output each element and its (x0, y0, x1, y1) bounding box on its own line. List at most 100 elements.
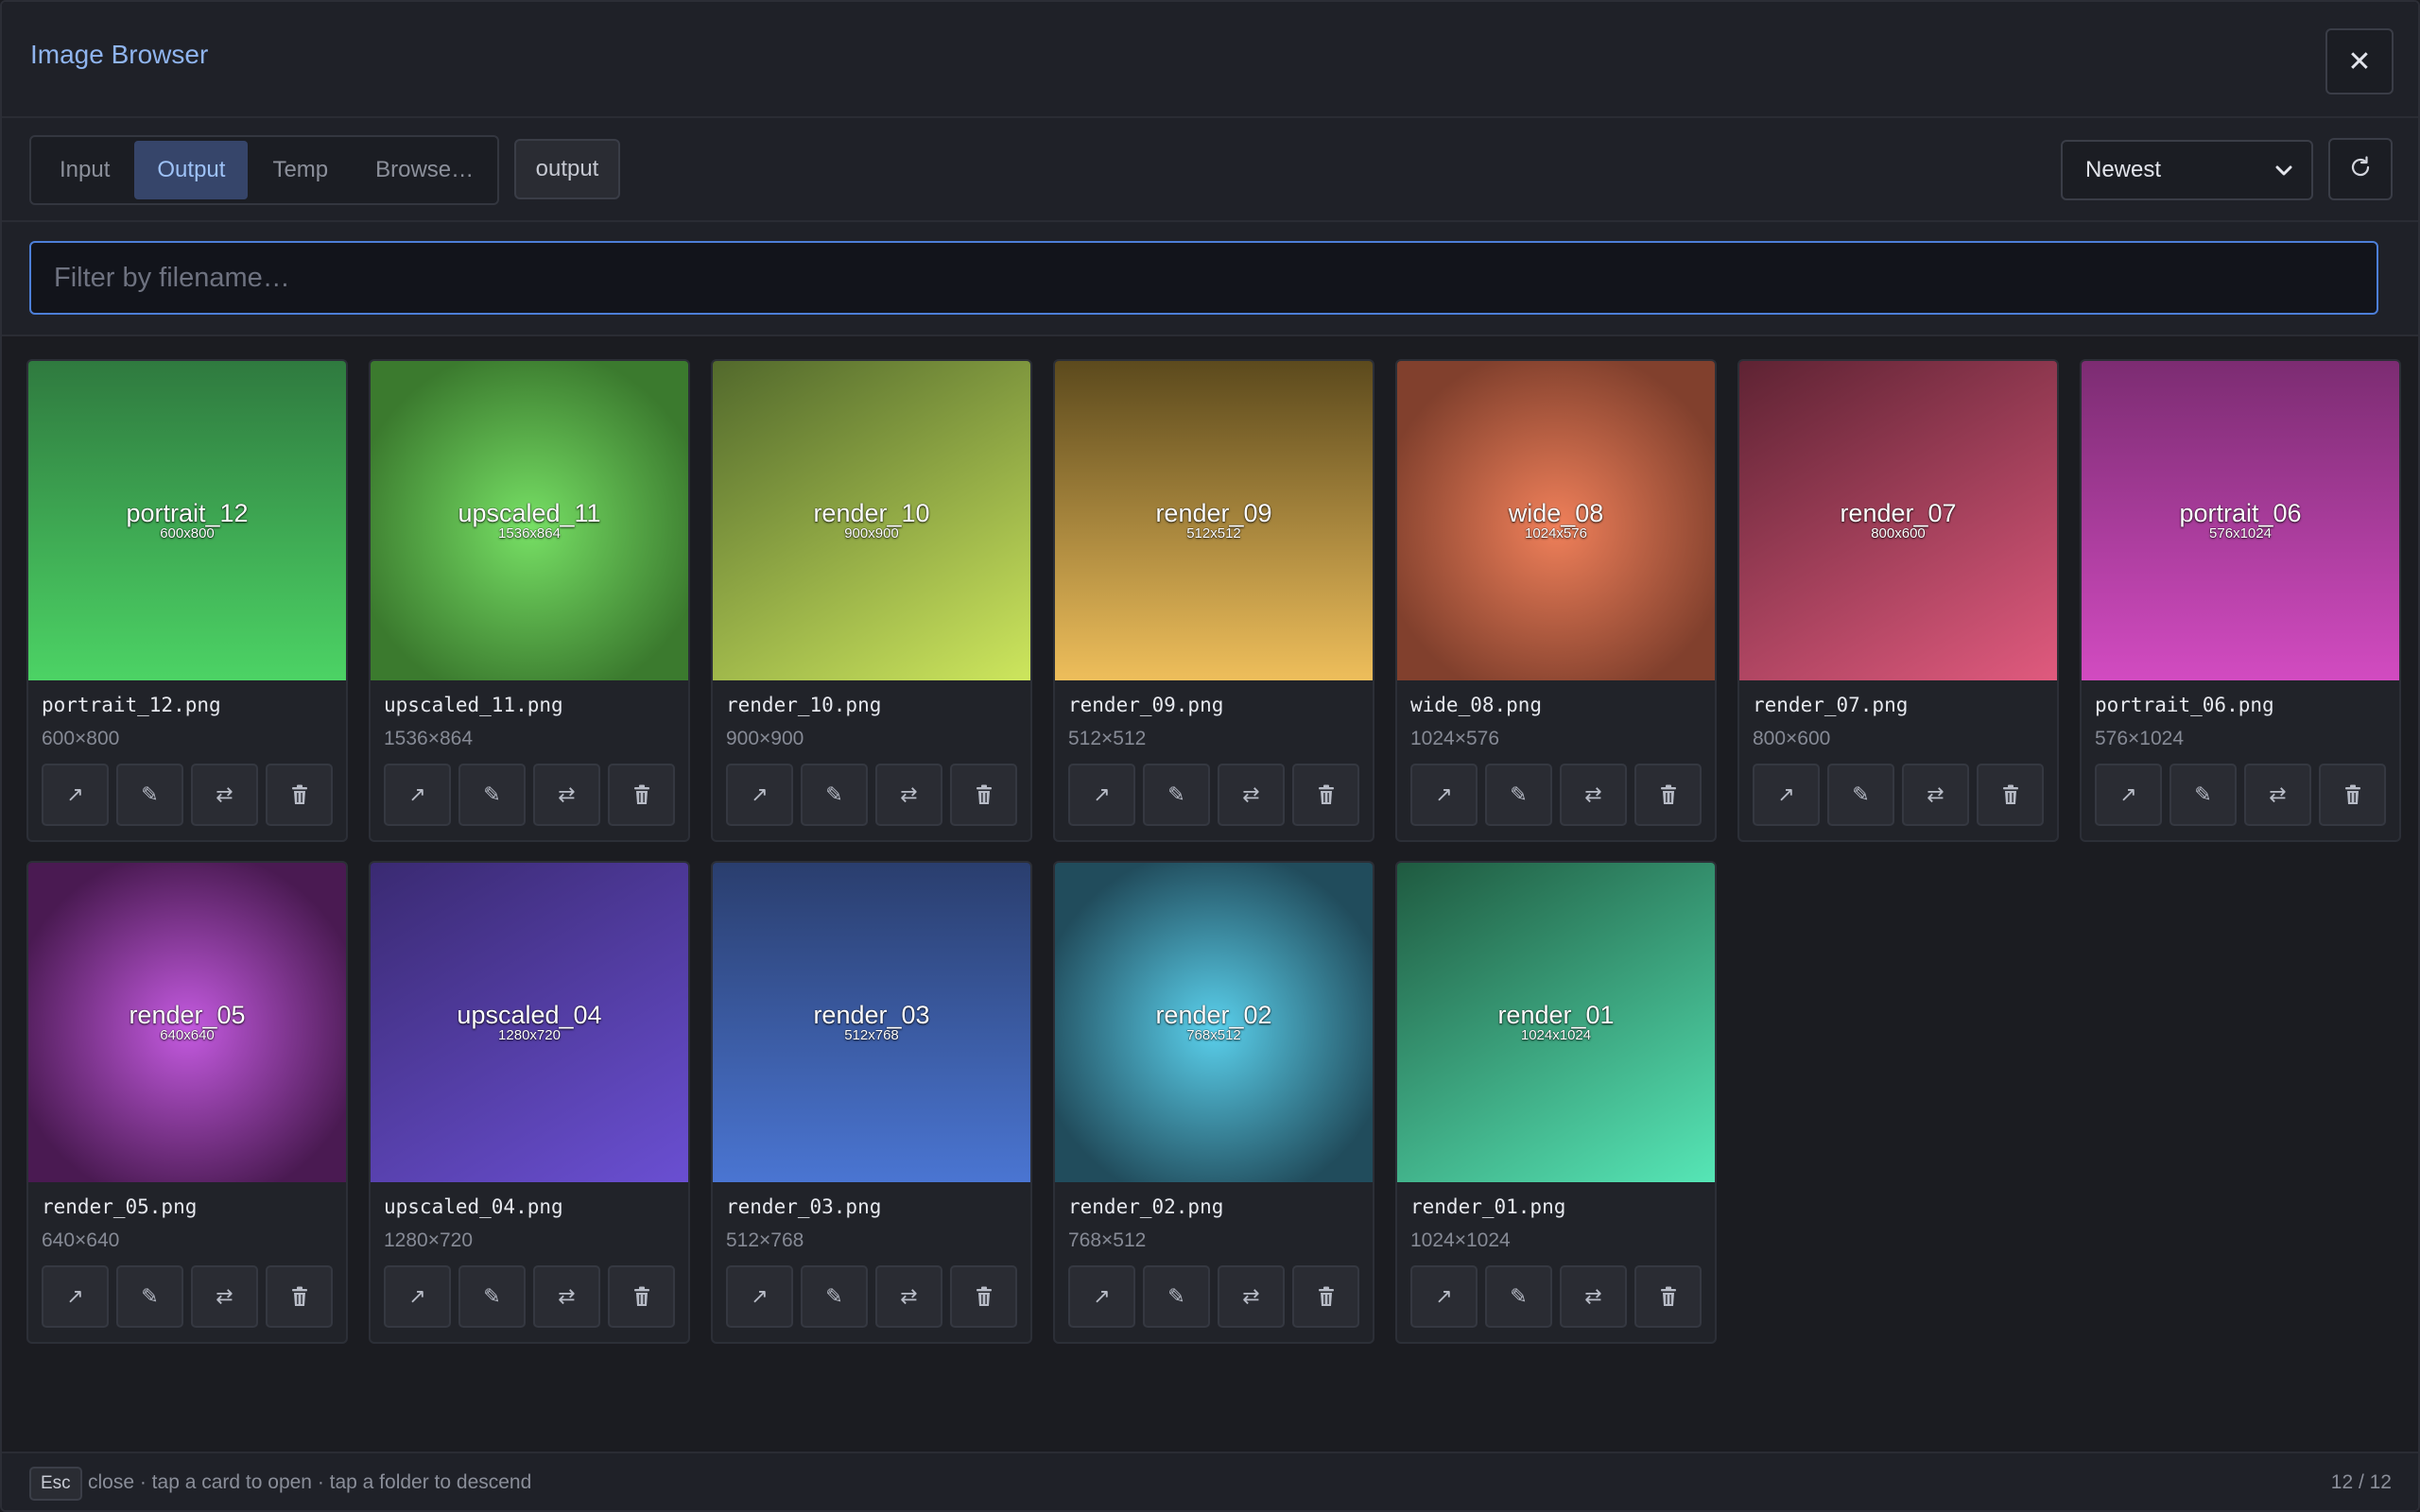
image-card[interactable]: portrait_12 600x800 portrait_12.png 600×800… (26, 359, 348, 842)
open-button[interactable]: ↗ (726, 764, 793, 826)
image-thumbnail[interactable]: wide_08 1024x576 (1397, 361, 1715, 680)
filter-input[interactable] (29, 241, 2378, 315)
swap-button[interactable]: ⇄ (1560, 764, 1627, 826)
image-browser-window: Image Browser ✕ Input Output Temp Browse… (0, 0, 2420, 1512)
edit-button[interactable]: ✎ (1827, 764, 1894, 826)
tab-output[interactable]: Output (134, 141, 249, 199)
delete-button[interactable] (1634, 1265, 1702, 1328)
tab-input[interactable]: Input (37, 141, 132, 199)
delete-button[interactable] (950, 1265, 1017, 1328)
image-thumbnail[interactable]: render_05 640x640 (28, 863, 346, 1182)
thumbnail-title: render_10 (813, 499, 930, 527)
image-thumbnail[interactable]: upscaled_04 1280x720 (371, 863, 688, 1182)
swap-button[interactable]: ⇄ (191, 764, 258, 826)
image-thumbnail[interactable]: portrait_12 600x800 (28, 361, 346, 680)
thumbnail-title: render_01 (1497, 1001, 1615, 1029)
edit-button[interactable]: ✎ (458, 764, 526, 826)
open-button[interactable]: ↗ (384, 764, 451, 826)
delete-button[interactable] (608, 1265, 675, 1328)
image-card[interactable]: render_07 800x600 render_07.png 800×600 ↗ ✎ ⇄ (1737, 359, 2059, 842)
image-card[interactable]: render_02 768x512 render_02.png 768×512 ↗ ✎ ⇄ (1053, 861, 1374, 1344)
delete-button[interactable] (1292, 1265, 1359, 1328)
edit-button[interactable]: ✎ (116, 1265, 183, 1328)
edit-button[interactable]: ✎ (1485, 1265, 1552, 1328)
open-button[interactable]: ↗ (42, 1265, 109, 1328)
image-thumbnail[interactable]: render_09 512x512 (1055, 361, 1373, 680)
tab-temp[interactable]: Temp (250, 141, 351, 199)
file-dimensions: 800×600 (1753, 728, 1831, 749)
swap-button[interactable]: ⇄ (1902, 764, 1969, 826)
thumbnail-title: upscaled_11 (458, 499, 601, 527)
swap-button[interactable]: ⇄ (875, 764, 942, 826)
image-thumbnail[interactable]: render_02 768x512 (1055, 863, 1373, 1182)
keyboard-hint: close · tap a card to open · tap a folde… (88, 1471, 532, 1493)
edit-button[interactable]: ✎ (1143, 1265, 1210, 1328)
delete-button[interactable] (266, 1265, 333, 1328)
edit-button[interactable]: ✎ (801, 1265, 868, 1328)
card-actions: ↗ ✎ ⇄ (1410, 764, 1702, 826)
open-button[interactable]: ↗ (2095, 764, 2162, 826)
thumbnail-title: render_02 (1155, 1001, 1272, 1029)
delete-button[interactable] (266, 764, 333, 826)
swap-button[interactable]: ⇄ (191, 1265, 258, 1328)
open-button[interactable]: ↗ (1410, 1265, 1478, 1328)
delete-button[interactable] (1634, 764, 1702, 826)
edit-button[interactable]: ✎ (116, 764, 183, 826)
swap-button[interactable]: ⇄ (533, 764, 600, 826)
swap-button[interactable]: ⇄ (1560, 1265, 1627, 1328)
swap-button[interactable]: ⇄ (2244, 764, 2311, 826)
open-button[interactable]: ↗ (1068, 1265, 1135, 1328)
open-button[interactable]: ↗ (1068, 764, 1135, 826)
image-thumbnail[interactable]: portrait_06 576x1024 (2082, 361, 2399, 680)
edit-button[interactable]: ✎ (2169, 764, 2237, 826)
file-name: render_05.png (42, 1195, 198, 1218)
window-title: Image Browser (30, 40, 209, 69)
image-card[interactable]: render_10 900x900 render_10.png 900×900 ↗ ✎ ⇄ (711, 359, 1032, 842)
sort-select[interactable]: Newest (2061, 140, 2313, 200)
swap-button[interactable]: ⇄ (1218, 764, 1285, 826)
image-card[interactable]: portrait_06 576x1024 portrait_06.png 576×10… (2080, 359, 2401, 842)
swap-icon: ⇄ (1584, 1284, 1602, 1308)
current-folder-chip[interactable]: output (514, 139, 620, 199)
edit-button[interactable]: ✎ (1143, 764, 1210, 826)
image-thumbnail[interactable]: render_10 900x900 (713, 361, 1030, 680)
image-card[interactable]: render_09 512x512 render_09.png 512×512 ↗ ✎ ⇄ (1053, 359, 1374, 842)
open-button[interactable]: ↗ (1410, 764, 1478, 826)
edit-button[interactable]: ✎ (1485, 764, 1552, 826)
open-button[interactable]: ↗ (1753, 764, 1820, 826)
image-card[interactable]: wide_08 1024x576 wide_08.png 1024×576 ↗ ✎ ⇄ (1395, 359, 1717, 842)
card-meta: render_10.png 900×900 ↗ ✎ ⇄ (713, 680, 1030, 826)
swap-button[interactable]: ⇄ (533, 1265, 600, 1328)
edit-button[interactable]: ✎ (458, 1265, 526, 1328)
swap-button[interactable]: ⇄ (875, 1265, 942, 1328)
tab-browse[interactable]: Browse… (353, 141, 496, 199)
trash-icon (2001, 784, 2020, 805)
delete-button[interactable] (1977, 764, 2044, 826)
open-button[interactable]: ↗ (726, 1265, 793, 1328)
close-button[interactable]: ✕ (2325, 28, 2394, 94)
card-actions: ↗ ✎ ⇄ (1068, 764, 1359, 826)
delete-button[interactable] (608, 764, 675, 826)
image-thumbnail[interactable]: upscaled_11 1536x864 (371, 361, 688, 680)
image-card[interactable]: upscaled_04 1280x720 upscaled_04.png 1280×7… (369, 861, 690, 1344)
image-card[interactable]: upscaled_11 1536x864 upscaled_11.png 1536×8… (369, 359, 690, 842)
image-card[interactable]: render_03 512x768 render_03.png 512×768 ↗ ✎ ⇄ (711, 861, 1032, 1344)
thumbnail-title: portrait_12 (126, 499, 249, 527)
delete-button[interactable] (1292, 764, 1359, 826)
image-card[interactable]: render_01 1024x1024 render_01.png 1024×1024… (1395, 861, 1717, 1344)
refresh-button[interactable] (2328, 138, 2393, 200)
edit-button[interactable]: ✎ (801, 764, 868, 826)
delete-button[interactable] (950, 764, 1017, 826)
image-card[interactable]: render_05 640x640 render_05.png 640×640 ↗ ✎ ⇄ (26, 861, 348, 1344)
image-thumbnail[interactable]: render_01 1024x1024 (1397, 863, 1715, 1182)
swap-icon: ⇄ (900, 1284, 918, 1308)
open-button[interactable]: ↗ (42, 764, 109, 826)
image-thumbnail[interactable]: render_07 800x600 (1739, 361, 2057, 680)
card-actions: ↗ ✎ ⇄ (42, 1265, 333, 1328)
open-button[interactable]: ↗ (384, 1265, 451, 1328)
thumbnail-title: upscaled_04 (457, 1001, 602, 1029)
delete-button[interactable] (2319, 764, 2386, 826)
swap-button[interactable]: ⇄ (1218, 1265, 1285, 1328)
card-actions: ↗ ✎ ⇄ (726, 1265, 1017, 1328)
image-thumbnail[interactable]: render_03 512x768 (713, 863, 1030, 1182)
